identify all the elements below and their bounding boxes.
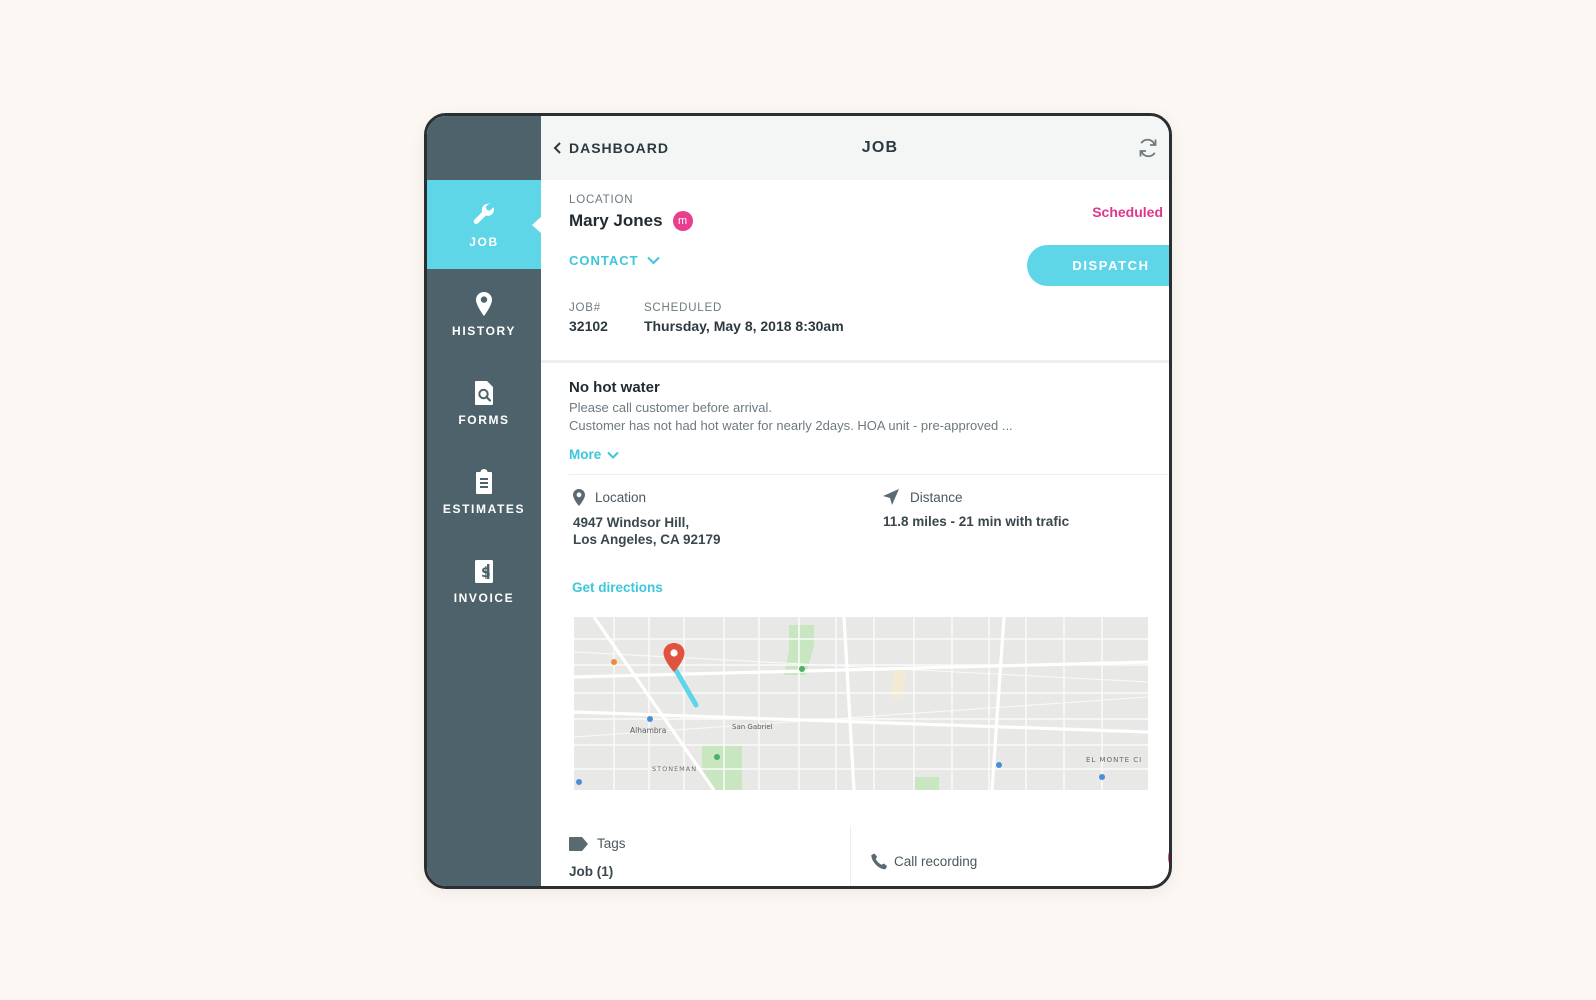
chevron-left-icon [553, 142, 561, 154]
contact-label: CONTACT [569, 253, 639, 268]
play-button[interactable] [1168, 839, 1169, 875]
sidebar-item-label: INVOICE [453, 590, 515, 605]
tags-section: Tags Job (1) [541, 826, 851, 886]
get-directions-link[interactable]: Get directions [572, 580, 663, 595]
back-to-dashboard-link[interactable]: DASHBOARD [553, 140, 669, 156]
scheduled-label: SCHEDULED [643, 302, 723, 314]
sidebar-item-estimates[interactable]: ESTIMATES [427, 447, 541, 536]
map-pin-icon [573, 489, 585, 506]
document-search-icon [475, 380, 493, 405]
location-label: LOCATION [569, 194, 634, 206]
sync-icon[interactable] [1135, 135, 1161, 161]
chevron-down-icon [646, 256, 660, 265]
distance-heading: Distance [910, 489, 963, 505]
sidebar-item-label: ESTIMATES [442, 501, 526, 516]
note-title: No hot water [569, 379, 660, 396]
map-image: Alhambra San Gabriel EL MONTE CI STONEMA… [574, 617, 1148, 790]
location-heading: Location [595, 490, 647, 505]
sidebar-item-forms[interactable]: FORMS [427, 358, 541, 447]
back-label: DASHBOARD [569, 140, 669, 156]
more-label: More [569, 447, 602, 462]
sidebar-item-label: FORMS [458, 412, 510, 427]
more-toggle[interactable]: More [569, 447, 619, 462]
job-notes: No hot water Please call customer before… [541, 363, 1169, 462]
call-recording-label: Call recording [894, 853, 978, 869]
note-line: Please call customer before arrival. [569, 400, 773, 415]
distance-value: 11.8 miles - 21 min with trafic [883, 514, 1070, 529]
navigation-arrow-icon [883, 489, 899, 505]
job-meta: JOB# 32102 SCHEDULED Thursday, May 8, 20… [569, 302, 1169, 360]
location-info: Location 4947 Windsor Hill, Los Angeles,… [541, 475, 1169, 548]
tags-label: Tags [597, 836, 626, 851]
sidebar-item-history[interactable]: HISTORY [427, 269, 541, 358]
tablet-frame: JOB HISTORY FORMS ESTIMATES $ INVOICE DA… [424, 113, 1172, 889]
footer-bar: Tags Job (1) Call recording [541, 826, 1169, 886]
route-map[interactable]: Alhambra San Gabriel EL MONTE CI STONEMA… [574, 617, 1148, 790]
customer-name: Mary Jones [569, 211, 663, 230]
map-label: San Gabriel [732, 723, 773, 731]
job-detail: DASHBOARD JOB LOCATION Mary Jones m CONT… [541, 116, 1169, 886]
chevron-down-icon [607, 451, 619, 459]
call-recording: Call recording [851, 831, 1169, 886]
dispatch-button[interactable]: DISPATCH [1027, 245, 1169, 286]
page-title: JOB [861, 139, 899, 156]
status-badge: Scheduled [1092, 202, 1169, 222]
map-label: EL MONTE CI [1086, 756, 1142, 764]
sidebar-item-label: HISTORY [452, 323, 516, 338]
sidebar-item-label: JOB [469, 234, 499, 249]
sidebar: JOB HISTORY FORMS ESTIMATES $ INVOICE [427, 116, 542, 886]
phone-icon [871, 853, 888, 869]
sidebar-item-invoice[interactable]: $ INVOICE [427, 536, 541, 625]
contact-dropdown[interactable]: CONTACT [569, 253, 660, 268]
status-text: Scheduled [1092, 204, 1163, 220]
invoice-dollar-icon: $ [475, 559, 493, 583]
map-pin-icon [476, 291, 492, 316]
map-label: STONEMAN [652, 765, 697, 773]
tag-icon [569, 836, 588, 851]
job-summary: LOCATION Mary Jones m CONTACT Scheduled … [541, 180, 1169, 360]
top-bar: DASHBOARD JOB [541, 116, 1169, 180]
sidebar-item-job[interactable]: JOB [427, 180, 542, 269]
clipboard-icon [476, 468, 492, 494]
scheduled-value: Thursday, May 8, 2018 8:30am [643, 318, 844, 334]
job-number: 32102 [569, 318, 608, 334]
job-number-label: JOB# [569, 302, 601, 314]
map-label: Alhambra [630, 726, 666, 735]
tags-value[interactable]: Job (1) [569, 864, 850, 879]
wrench-icon [473, 202, 494, 224]
customer-badge: m [672, 211, 693, 231]
address: 4947 Windsor Hill, Los Angeles, CA 92179 [573, 515, 721, 547]
note-line: Customer has not had hot water for nearl… [569, 418, 1013, 433]
